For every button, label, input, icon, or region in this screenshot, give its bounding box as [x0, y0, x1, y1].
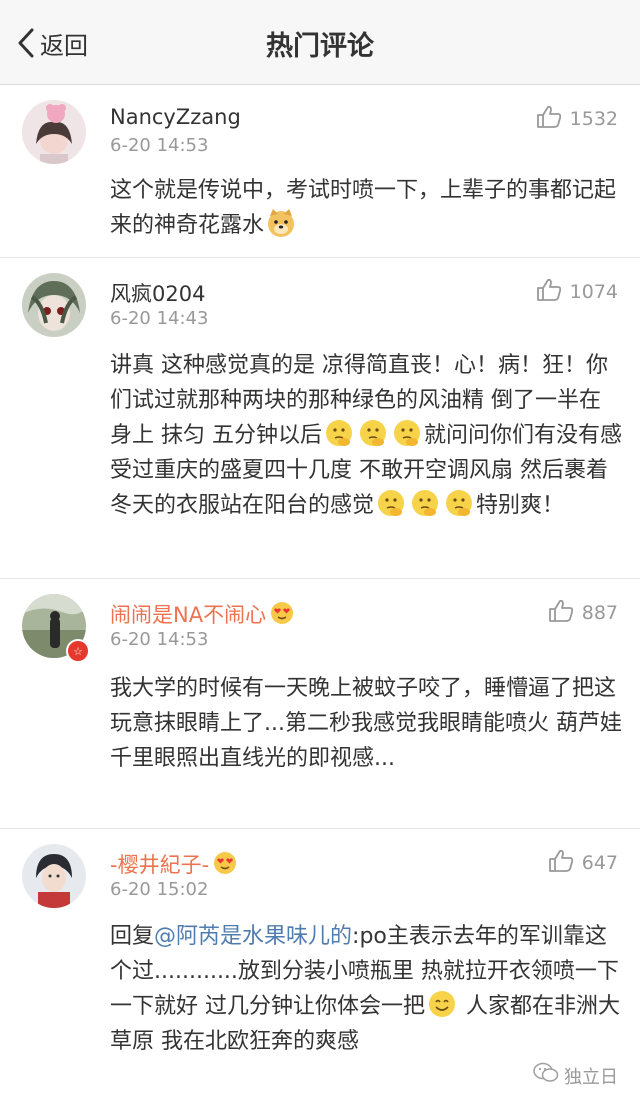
thinking-emoji-icon — [358, 418, 388, 448]
comment-text-part: 特别爽！ — [476, 493, 565, 518]
like-count: 887 — [581, 602, 618, 624]
timestamp: 6-20 14:43 — [110, 308, 209, 329]
heart-eyes-emoji-icon — [270, 601, 294, 625]
watermark: 独立日 — [533, 1062, 618, 1089]
comment-item: ☆ 闹闹是NA不闹心 6-20 14:53 887 我大学的时候有一天晚上被蚊子… — [0, 579, 640, 829]
wechat-icon — [533, 1062, 564, 1089]
verified-badge-icon: ☆ — [66, 639, 90, 663]
avatar[interactable] — [22, 273, 86, 337]
doge-emoji-icon — [266, 208, 296, 238]
reply-prefix: 回复 — [110, 924, 155, 949]
thumbs-up-icon — [548, 599, 574, 627]
avatar[interactable] — [22, 100, 86, 164]
like-count: 1532 — [569, 108, 618, 130]
username-text: 闹闹是NA不闹心 — [110, 603, 267, 627]
comment-text: 我大学的时候有一天晚上被蚊子咬了，睡懵逼了把这玩意抹眼睛上了...第二秒我感觉我… — [110, 676, 622, 771]
like-button[interactable]: 1532 — [536, 105, 618, 133]
thinking-emoji-icon — [324, 418, 354, 448]
comment-text: 这个就是传说中，考试时喷一下，上辈子的事都记起来的神奇花露水 — [110, 173, 622, 243]
like-count: 647 — [581, 852, 618, 874]
like-count: 1074 — [569, 281, 618, 303]
username[interactable]: NancyZzang — [110, 105, 241, 129]
avatar[interactable] — [22, 844, 86, 908]
thinking-emoji-icon — [392, 418, 422, 448]
thinking-emoji-icon — [410, 488, 440, 518]
username[interactable]: -樱井紀子- — [110, 849, 239, 879]
timestamp: 6-20 15:02 — [110, 879, 209, 900]
heart-eyes-emoji-icon — [213, 851, 237, 875]
comment-text-body: 这个就是传说中，考试时喷一下，上辈子的事都记起来的神奇花露水 — [110, 178, 617, 238]
username[interactable]: 风疯0204 — [110, 278, 205, 308]
thumbs-up-icon — [536, 278, 562, 306]
like-button[interactable]: 887 — [548, 599, 618, 627]
username-text: -樱井紀子- — [110, 853, 210, 877]
username[interactable]: 闹闹是NA不闹心 — [110, 599, 296, 629]
watermark-text: 独立日 — [564, 1066, 618, 1088]
comment-item: 风疯0204 6-20 14:43 1074 讲真 这种感觉真的是 凉得简直丧！… — [0, 258, 640, 579]
comment-text: 回复@阿芮是水果味儿的:po主表示去年的军训靠这个过............放到… — [110, 919, 622, 1059]
page-title: 热门评论 — [266, 31, 374, 62]
thinking-emoji-icon — [376, 488, 406, 518]
timestamp: 6-20 14:53 — [110, 629, 209, 650]
like-button[interactable]: 1074 — [536, 278, 618, 306]
mention-link[interactable]: @阿芮是水果味儿的 — [154, 924, 352, 949]
timestamp: 6-20 14:53 — [110, 135, 209, 156]
thumbs-up-icon — [548, 849, 574, 877]
nav-bar: 返回 热门评论 — [0, 0, 640, 85]
smile-emoji-icon — [427, 989, 457, 1019]
thinking-emoji-icon — [444, 488, 474, 518]
comment-item: NancyZzang 6-20 14:53 1532 这个就是传说中，考试时喷一… — [0, 85, 640, 258]
comment-text: 讲真 这种感觉真的是 凉得简直丧！心！病！狂！你们试过就那种两块的那种绿色的风油… — [110, 348, 622, 523]
thumbs-up-icon — [536, 105, 562, 133]
like-button[interactable]: 647 — [548, 849, 618, 877]
